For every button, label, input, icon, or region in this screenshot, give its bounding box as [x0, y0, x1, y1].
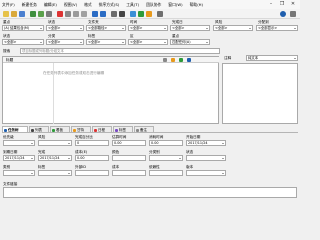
print-icon[interactable]: [119, 11, 125, 17]
cost2-field[interactable]: [112, 170, 146, 176]
delete-icon[interactable]: [57, 11, 63, 17]
priority-dropdown[interactable]: (A) 结果包含(M): [2, 25, 44, 31]
menu-team[interactable]: 团队协作: [146, 2, 161, 8]
category-field[interactable]: [149, 155, 183, 161]
depends-field[interactable]: [149, 170, 183, 176]
restore-icon[interactable]: ❐: [278, 1, 286, 7]
format-dropdown[interactable]: 纯文本: [246, 55, 298, 61]
risk-dropdown[interactable]: <全部>: [213, 25, 253, 31]
close-icon[interactable]: ✕: [289, 1, 297, 7]
help-icon[interactable]: [280, 11, 286, 17]
category-dropdown[interactable]: <全部>: [46, 39, 84, 45]
menu-new-task[interactable]: 新建任务: [22, 2, 37, 8]
find-icon[interactable]: [111, 11, 117, 17]
estimate-field[interactable]: 0.00: [112, 140, 146, 146]
tags-field[interactable]: [38, 170, 72, 176]
status-dropdown[interactable]: <全部>: [46, 25, 84, 31]
due-date-field[interactable]: 2017/11/24: [3, 155, 35, 161]
sort-icon[interactable]: [163, 58, 167, 62]
file-links-list[interactable]: [3, 187, 297, 198]
status-field[interactable]: [186, 155, 226, 161]
time-spent-field[interactable]: 0.00: [149, 140, 183, 146]
add-subtask-icon[interactable]: [38, 11, 44, 17]
copy-icon[interactable]: [73, 11, 79, 17]
color-field[interactable]: [112, 155, 146, 161]
match-dropdown[interactable]: 匹配任何(A): [170, 39, 210, 45]
search-input[interactable]: 项目标题或列标题/分组文本: [20, 48, 220, 54]
add-task-icon[interactable]: [30, 11, 36, 17]
menu-file[interactable]: 文件(F): [2, 2, 15, 8]
edit-icon[interactable]: [46, 11, 52, 17]
menu-window[interactable]: 窗口(W): [168, 2, 182, 8]
menu-view[interactable]: 视图(V): [64, 2, 77, 8]
cut-icon[interactable]: [65, 11, 71, 17]
comments-editor[interactable]: [222, 63, 298, 124]
percent-done-field[interactable]: 0: [75, 140, 109, 146]
done-dropdown[interactable]: <全部>: [170, 25, 210, 31]
type-field[interactable]: [3, 170, 35, 176]
menu-edit[interactable]: 编辑(E): [44, 2, 57, 8]
toolbar: [0, 9, 300, 19]
title-column-header[interactable]: 标题: [6, 58, 13, 63]
open-icon[interactable]: [11, 11, 17, 17]
search-label: 搜索: [3, 49, 11, 53]
minimize-icon[interactable]: –: [267, 1, 275, 7]
clock-icon[interactable]: [187, 58, 191, 62]
tab-divider: [2, 132, 298, 133]
flag-icon[interactable]: [171, 58, 175, 62]
new-icon[interactable]: [3, 11, 9, 17]
window-controls: – ❐ ✕: [267, 1, 297, 7]
risk-field[interactable]: [38, 140, 72, 146]
column-divider: [53, 63, 54, 124]
menu-sort[interactable]: 排序方式(S): [99, 2, 120, 8]
time-dropdown[interactable]: <全部>: [128, 25, 168, 31]
save-icon[interactable]: [19, 11, 25, 17]
external-id-field[interactable]: [75, 170, 109, 176]
menu-help[interactable]: 帮助(H): [190, 2, 203, 8]
tick-icon[interactable]: [138, 11, 144, 17]
undo-icon[interactable]: [92, 11, 98, 17]
done-date-field[interactable]: 2017/11/24: [38, 155, 72, 161]
redo-icon[interactable]: [100, 11, 106, 17]
version-field[interactable]: [186, 170, 226, 176]
check-column-icon[interactable]: [179, 58, 183, 62]
tag-dropdown[interactable]: <全部>: [86, 39, 126, 45]
zone-dropdown[interactable]: <全部>: [128, 39, 168, 45]
paste-icon[interactable]: [81, 11, 87, 17]
folder-dropdown[interactable]: <全部路径>: [86, 25, 126, 31]
filter-icon[interactable]: [157, 11, 163, 17]
menu-tools[interactable]: 工具(T): [126, 2, 139, 8]
comments-label: 注释: [224, 56, 232, 60]
start-date-field[interactable]: 2017/11/24: [186, 140, 226, 146]
more-icon[interactable]: [290, 11, 296, 17]
timer-icon[interactable]: [146, 11, 152, 17]
status2-dropdown[interactable]: <全部>: [2, 39, 44, 45]
preferences-icon[interactable]: [130, 11, 136, 17]
menu-format[interactable]: 格式: [84, 2, 92, 8]
task-list[interactable]: 标题 在任务列表中添加任务或双击进行编辑: [2, 56, 219, 124]
list-header: 标题: [3, 57, 219, 63]
menu-bar: 文件(F) 新建任务 编辑(E) 视图(V) 格式 排序方式(S) 工具(T) …: [0, 0, 300, 9]
cost-field[interactable]: 0.00: [75, 155, 109, 161]
priority-field[interactable]: [3, 140, 35, 146]
assigned-dropdown[interactable]: <全部显示>: [256, 25, 298, 31]
